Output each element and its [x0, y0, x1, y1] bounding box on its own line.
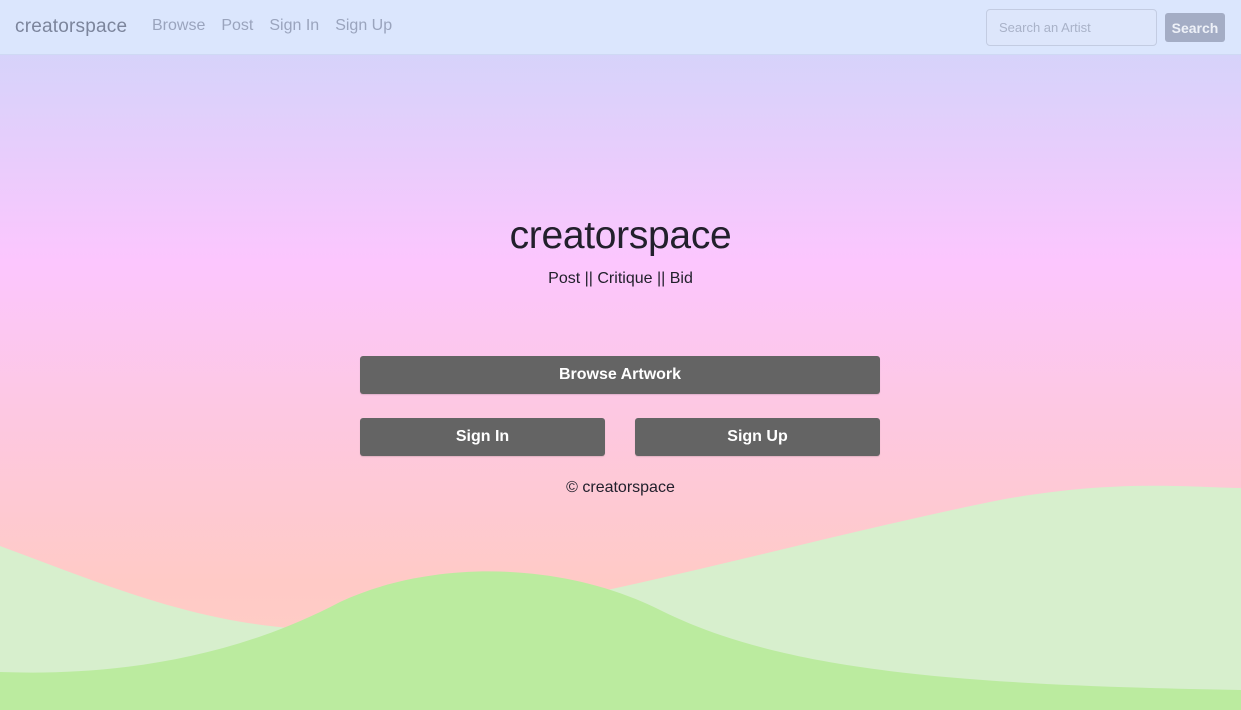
navbar: creatorspace Browse Post Sign In Sign Up…: [0, 0, 1241, 55]
nav-signin-link[interactable]: Sign In: [269, 17, 319, 35]
hero-title: creatorspace: [509, 214, 732, 257]
hero-subtitle: Post || Critique || Bid: [548, 270, 693, 287]
search-input[interactable]: [986, 9, 1157, 46]
footer-copyright: © creatorspace: [566, 479, 675, 496]
nav-browse-link[interactable]: Browse: [152, 17, 205, 35]
nav-signup-link[interactable]: Sign Up: [335, 17, 392, 35]
brand-link[interactable]: creatorspace: [15, 16, 127, 38]
nav-links: Browse Post Sign In Sign Up: [152, 17, 392, 35]
background-hills: [0, 485, 1241, 710]
sign-up-button[interactable]: Sign Up: [635, 418, 880, 456]
sign-in-button[interactable]: Sign In: [360, 418, 605, 456]
search-button[interactable]: Search: [1165, 13, 1225, 42]
browse-artwork-button[interactable]: Browse Artwork: [360, 356, 880, 394]
nav-post-link[interactable]: Post: [221, 17, 253, 35]
